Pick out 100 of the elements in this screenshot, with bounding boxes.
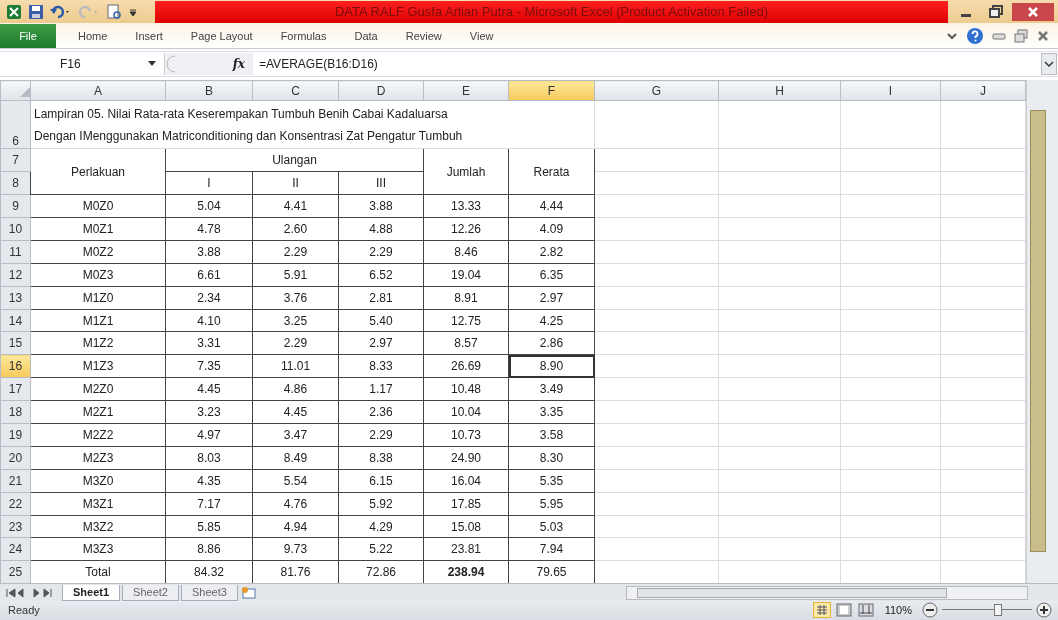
column-header[interactable]: J: [940, 80, 1026, 101]
table-cell: 15.08: [423, 515, 509, 538]
row-header[interactable]: 8: [0, 171, 31, 195]
row-header[interactable]: 23: [0, 515, 31, 538]
row-header[interactable]: 14: [0, 309, 31, 332]
print-preview-icon[interactable]: [106, 3, 122, 20]
row-header[interactable]: 13: [0, 286, 31, 310]
page-break-icon[interactable]: [856, 602, 875, 619]
header-cell: Ulangan: [165, 148, 424, 172]
workbook-restore-icon[interactable]: [1014, 28, 1028, 43]
save-icon[interactable]: [28, 3, 44, 20]
ribbon-collapse-icon[interactable]: [946, 30, 958, 41]
table-cell: 8.90: [508, 354, 595, 378]
zoom-slider[interactable]: [942, 603, 1032, 618]
formula-field[interactable]: =AVERAGE(B16:D16): [253, 57, 1041, 72]
row-header[interactable]: 10: [0, 217, 31, 241]
column-header[interactable]: G: [594, 80, 719, 101]
table-cell: M1Z3: [30, 354, 166, 378]
workbook-minimize-icon[interactable]: [992, 30, 1006, 41]
table-cell: 5.85: [165, 515, 253, 538]
column-header[interactable]: B: [165, 80, 253, 101]
ribbon-tab[interactable]: Data: [340, 29, 392, 42]
table-cell: M0Z2: [30, 240, 166, 264]
scroll-thumb[interactable]: [637, 587, 947, 598]
table-cell: 4.10: [165, 309, 253, 332]
insert-function-button[interactable]: fx: [232, 57, 245, 72]
column-header[interactable]: A: [30, 80, 166, 101]
zoom-in-icon[interactable]: [1036, 602, 1052, 619]
sheet-tab[interactable]: Sheet1: [62, 584, 121, 601]
page-layout-icon[interactable]: [834, 602, 853, 619]
table-cell: 5.92: [338, 492, 424, 516]
column-header[interactable]: C: [252, 80, 339, 101]
ribbon-tab[interactable]: Page Layout: [176, 29, 267, 42]
row-header[interactable]: 17: [0, 377, 31, 401]
undo-icon[interactable]: [50, 3, 72, 20]
row-header[interactable]: 16: [0, 354, 31, 378]
horizontal-scrollbar[interactable]: [626, 585, 1028, 600]
table-cell: 1.17: [338, 377, 424, 401]
row-header[interactable]: 11: [0, 240, 31, 264]
ribbon-tab[interactable]: Home: [64, 29, 122, 42]
dropdown-caret-icon[interactable]: [148, 61, 156, 68]
row-header[interactable]: 24: [0, 537, 31, 561]
table-cell: 5.03: [508, 515, 595, 538]
column-header[interactable]: D: [338, 80, 424, 101]
table-cell: 4.78: [165, 217, 253, 241]
vertical-scrollbar[interactable]: [1026, 80, 1058, 584]
row-header[interactable]: 25: [0, 560, 31, 584]
row-header[interactable]: 22: [0, 492, 31, 516]
row-header[interactable]: 15: [0, 331, 31, 355]
ribbon-tab[interactable]: Insert: [121, 29, 177, 42]
row-header[interactable]: 9: [0, 194, 31, 218]
table-cell: 12.75: [423, 309, 509, 332]
column-header[interactable]: I: [840, 80, 941, 101]
table-cell: 2.29: [252, 331, 339, 355]
file-tab[interactable]: File: [0, 23, 56, 48]
table-cell: 3.58: [508, 423, 595, 447]
table-cell: M2Z3: [30, 446, 166, 470]
zoom-out-icon[interactable]: [922, 602, 938, 619]
table-cell: 11.01: [252, 354, 339, 378]
workbook-close-icon[interactable]: [1036, 28, 1050, 43]
table-cell: 10.48: [423, 377, 509, 401]
row-header[interactable]: 21: [0, 469, 31, 493]
table-cell: 10.04: [423, 400, 509, 424]
table-cell: M1Z0: [30, 286, 166, 310]
close-icon[interactable]: [1012, 2, 1054, 21]
column-header[interactable]: E: [423, 80, 509, 101]
table-cell: 3.47: [252, 423, 339, 447]
table-cell: 2.81: [338, 286, 424, 310]
sheet-tab[interactable]: Sheet2: [122, 584, 179, 601]
row-header[interactable]: 6: [0, 100, 31, 149]
row-header[interactable]: 18: [0, 400, 31, 424]
excel-logo-icon[interactable]: [6, 3, 22, 20]
row-header[interactable]: 19: [0, 423, 31, 447]
scroll-thumb[interactable]: [1030, 110, 1046, 553]
table-cell: 23.81: [423, 537, 509, 561]
table-cell: 3.88: [338, 194, 424, 218]
ribbon-tab[interactable]: Formulas: [266, 29, 341, 42]
column-header[interactable]: F: [508, 80, 595, 101]
table-cell: 8.38: [338, 446, 424, 470]
column-header[interactable]: H: [718, 80, 841, 101]
caption-text: Lampiran 05. Nilai Rata-rata Keserempakan Tumbuh Benih Cabai Kadaluarsa: [34, 105, 449, 123]
help-icon[interactable]: [966, 26, 984, 45]
table-cell: M3Z1: [30, 492, 166, 516]
ribbon-tab[interactable]: View: [455, 29, 508, 42]
table-cell: 8.46: [423, 240, 509, 264]
normal-view-icon[interactable]: [812, 602, 831, 619]
row-header[interactable]: 7: [0, 148, 31, 172]
table-cell: 4.45: [252, 400, 339, 424]
table-cell: 4.88: [338, 217, 424, 241]
slider-thumb[interactable]: [993, 604, 1002, 617]
table-cell: 7.94: [508, 537, 595, 561]
ribbon-tab[interactable]: Review: [391, 29, 456, 42]
row-header[interactable]: 20: [0, 446, 31, 470]
table-cell: 3.49: [508, 377, 595, 401]
row-header[interactable]: 12: [0, 263, 31, 287]
expand-formula-icon[interactable]: [1041, 53, 1057, 76]
zoom-level[interactable]: 110%: [884, 604, 912, 617]
sheet-tab[interactable]: Sheet3: [180, 584, 238, 601]
table-cell: 13.33: [423, 194, 509, 218]
table-cell: 7.17: [165, 492, 253, 516]
